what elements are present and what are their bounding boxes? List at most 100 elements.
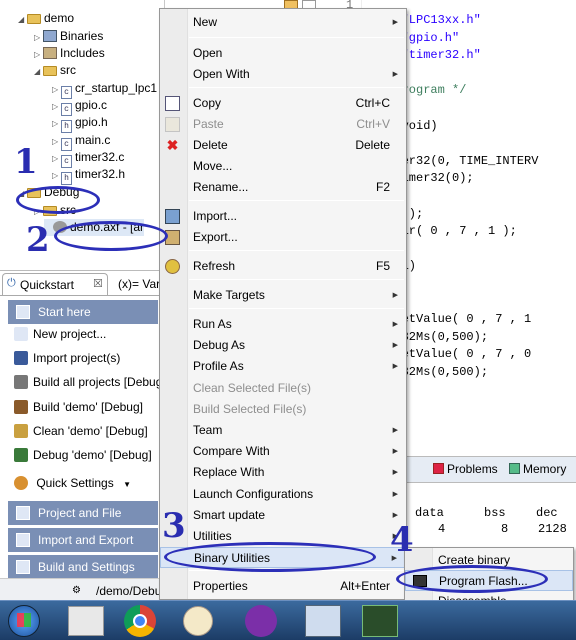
quick-settings[interactable]: Quick Settings ▼ xyxy=(14,472,131,494)
gear-icon xyxy=(14,476,28,490)
menu-item-label: Team xyxy=(193,423,223,437)
tab-memory[interactable]: Memory xyxy=(509,462,566,476)
power-icon: ⏻ xyxy=(7,277,16,289)
annotation-number-2: 2 xyxy=(26,220,50,260)
menu-item-debug-as[interactable]: Debug As ▶ xyxy=(160,335,406,356)
lpcxpresso-icon[interactable] xyxy=(305,605,341,637)
collapsed-arrow-icon[interactable]: ▷ xyxy=(52,167,61,184)
quickstart-item[interactable]: Debug 'demo' [Debug] xyxy=(14,444,152,466)
quickstart-item-label: New project... xyxy=(33,327,107,341)
quickstart-item-label: Build 'demo' [Debug] xyxy=(33,399,143,414)
collapsed-arrow-icon[interactable]: ▷ xyxy=(52,81,61,98)
menu-item-shortcut: F2 xyxy=(375,180,390,194)
menu-item-team[interactable]: Team ▶ xyxy=(160,420,406,441)
menu-item-label: Replace With xyxy=(193,465,265,479)
menu-item-open-with[interactable]: Open With ▶ xyxy=(160,64,406,85)
tree-item-label: gpio.h xyxy=(75,115,108,129)
quickstart-item[interactable]: Clean 'demo' [Debug] xyxy=(14,420,148,442)
menu-item-refresh[interactable]: Refresh F5 xyxy=(160,256,406,277)
collapsed-arrow-icon[interactable]: ▷ xyxy=(34,29,43,46)
submenu-arrow-icon: ▶ xyxy=(392,342,398,349)
menu-item-open[interactable]: Open xyxy=(160,43,406,64)
delete-icon: ✖ xyxy=(166,137,179,153)
menu-item-properties[interactable]: Properties Alt+Enter xyxy=(160,576,406,597)
taskbar-app-1[interactable] xyxy=(68,606,104,636)
submenu-arrow-icon: ▶ xyxy=(392,321,398,328)
tree-item[interactable]: ▷ Includes xyxy=(34,45,105,62)
variables-tab[interactable]: (x)= Var xyxy=(118,277,160,291)
menu-separator xyxy=(189,308,404,309)
tree-item-label: timer32.c xyxy=(75,150,125,164)
tree-item[interactable]: ◢ src xyxy=(34,62,76,79)
menu-item-profile-as[interactable]: Profile As ▶ xyxy=(160,356,406,377)
taskbar-app-6[interactable] xyxy=(362,605,398,637)
tree-item[interactable]: ▷ Binaries xyxy=(34,28,103,45)
menu-item-make-targets[interactable]: Make Targets ▶ xyxy=(160,285,406,306)
refresh-icon xyxy=(165,259,180,274)
menu-item-rename[interactable]: Rename... F2 xyxy=(160,177,406,198)
menu-item-copy[interactable]: Copy Ctrl+C xyxy=(160,93,406,114)
quickstart-item[interactable]: Build 'demo' [Debug] xyxy=(14,396,143,418)
tree-item[interactable]: ▷ c timer32.c xyxy=(52,149,125,168)
menu-item-export[interactable]: Export... xyxy=(160,227,406,248)
paint-icon[interactable] xyxy=(183,606,213,636)
quickstart-section[interactable]: Import and Export xyxy=(8,528,158,552)
tree-item[interactable]: ▷ c gpio.c xyxy=(52,97,107,116)
menu-item-launch-configurations[interactable]: Launch Configurations ▶ xyxy=(160,484,406,505)
close-icon[interactable]: ☒ xyxy=(93,277,103,290)
expanded-arrow-icon[interactable]: ◢ xyxy=(18,11,27,28)
val-bss: 8 xyxy=(501,522,509,536)
memory-icon xyxy=(509,463,520,474)
quickstart-section[interactable]: Build and Settings xyxy=(8,555,158,579)
paste-icon xyxy=(165,117,180,132)
menu-item-build-selected-file-s[interactable]: Build Selected File(s) xyxy=(160,399,406,420)
menu-item-delete[interactable]: ✖ Delete Delete xyxy=(160,135,406,156)
tree-item-label: timer32.h xyxy=(75,167,126,181)
quickstart-item[interactable]: Build all projects [Debug] xyxy=(14,371,166,393)
annotation-number-4: 4 xyxy=(390,520,414,560)
quickstart-item[interactable]: New project... xyxy=(14,323,106,345)
menu-separator xyxy=(189,87,404,88)
col-data: data xyxy=(415,506,444,520)
quickstart-item[interactable]: Import project(s) xyxy=(14,347,120,369)
collapsed-arrow-icon[interactable]: ▷ xyxy=(34,46,43,63)
quickstart-section[interactable]: Project and File wizards xyxy=(8,501,158,544)
problems-icon xyxy=(433,463,444,474)
menu-item-compare-with[interactable]: Compare With ▶ xyxy=(160,441,406,462)
memory-label: Memory xyxy=(523,462,567,476)
collapsed-arrow-icon[interactable]: ▷ xyxy=(52,98,61,115)
start-here-header[interactable]: Start here xyxy=(8,300,158,324)
tree-item[interactable]: ▷ c cr_startup_lpc1 xyxy=(52,80,157,99)
menu-item-move[interactable]: Move... xyxy=(160,156,406,177)
start-here-label: Start here xyxy=(38,305,91,319)
collapsed-arrow-icon[interactable]: ▷ xyxy=(52,115,61,132)
collapsed-arrow-icon[interactable]: ▷ xyxy=(52,150,61,167)
expanded-arrow-icon[interactable]: ◢ xyxy=(34,63,43,80)
menu-item-label: New xyxy=(193,15,218,29)
taskbar xyxy=(0,600,576,640)
menu-item-shortcut: Alt+Enter xyxy=(340,579,390,593)
menu-item-run-as[interactable]: Run As ▶ xyxy=(160,314,406,335)
section-icon xyxy=(16,533,30,547)
menu-separator xyxy=(189,250,404,251)
menu-item-label: Make Targets xyxy=(193,288,265,302)
quickstart-item-label: Build all projects [Debug] xyxy=(33,375,166,390)
menu-item-paste[interactable]: Paste Ctrl+V xyxy=(160,114,406,135)
submenu-arrow-icon: ▶ xyxy=(392,491,398,498)
menu-item-label: Build Selected File(s) xyxy=(193,402,307,416)
menu-item-label: Paste xyxy=(193,117,224,131)
menu-item-clean-selected-file-s[interactable]: Clean Selected File(s) xyxy=(160,378,406,399)
tree-item[interactable]: ▷ h timer32.h xyxy=(52,166,126,185)
section-icon xyxy=(16,560,30,574)
tree-item[interactable]: ▷ h gpio.h xyxy=(52,114,108,133)
quickstart-tab[interactable]: ⏻ Quickstart ☒ xyxy=(2,273,108,295)
menu-item-smart-update[interactable]: Smart update ▶ xyxy=(160,505,406,526)
tree-item[interactable]: ◢ demo xyxy=(18,10,74,27)
menu-item-replace-with[interactable]: Replace With ▶ xyxy=(160,462,406,483)
menu-item-new[interactable]: New ▶ xyxy=(160,12,406,33)
tree-item[interactable]: ▷ c main.c xyxy=(52,132,110,151)
tab-problems[interactable]: Problems xyxy=(433,462,498,476)
menu-item-import[interactable]: Import... xyxy=(160,206,406,227)
collapsed-arrow-icon[interactable]: ▷ xyxy=(52,133,61,150)
yahoo-messenger-icon[interactable] xyxy=(245,605,277,637)
